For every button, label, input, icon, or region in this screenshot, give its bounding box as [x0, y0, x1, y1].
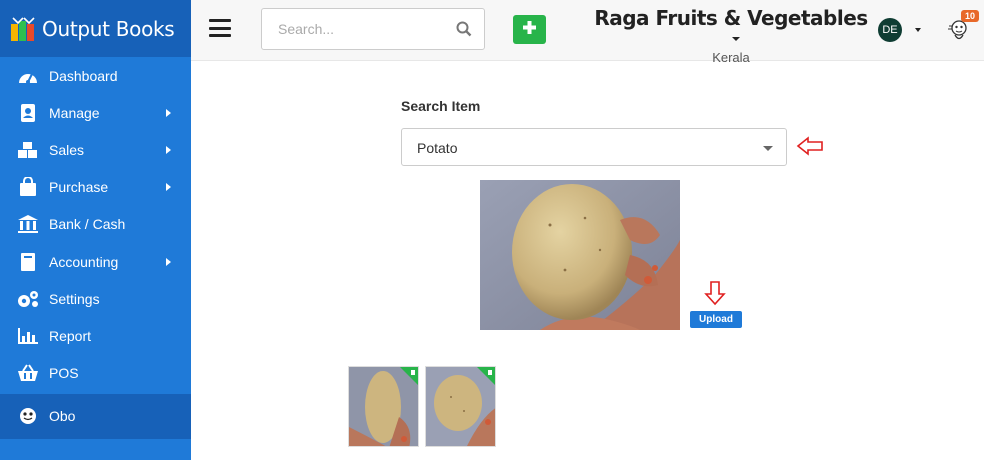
- thumbnail-selected-marker[interactable]: [400, 367, 418, 385]
- sidebar-item-label: Bank / Cash: [49, 216, 126, 233]
- dashboard-icon: [16, 66, 40, 86]
- bank-icon: [16, 214, 40, 234]
- sidebar-item-report[interactable]: Report: [0, 317, 191, 354]
- check-icon: [488, 370, 492, 375]
- sidebar-item-accounting[interactable]: Accounting: [0, 243, 191, 280]
- obo-bot-icon: [16, 406, 40, 426]
- sidebar-item-bank-cash[interactable]: Bank / Cash: [0, 206, 191, 243]
- upload-button[interactable]: Upload: [690, 311, 742, 328]
- sidebar-item-label: Settings: [49, 290, 100, 307]
- sidebar-item-sales[interactable]: Sales: [0, 131, 191, 168]
- sidebar-item-label: Manage: [49, 104, 100, 121]
- item-select[interactable]: Potato: [401, 128, 787, 166]
- thumbnail-image[interactable]: [348, 366, 419, 447]
- thumbnail-image[interactable]: [425, 366, 496, 447]
- basket-icon: [16, 363, 40, 383]
- menu-toggle-icon[interactable]: [209, 19, 231, 37]
- books-logo-icon: [10, 16, 40, 42]
- sales-icon: [16, 140, 40, 160]
- bar-chart-icon: [16, 326, 40, 346]
- search-box: [261, 8, 485, 50]
- top-header: Raga Fruits & Vegetables Kerala DE 10: [191, 0, 984, 65]
- caret-down-icon[interactable]: [915, 28, 921, 32]
- sidebar-item-label: Sales: [49, 141, 85, 158]
- manage-icon: [16, 103, 40, 123]
- sidebar-item-label: POS: [49, 365, 79, 382]
- sidebar-item-label: Purchase: [49, 179, 109, 196]
- search-input[interactable]: [262, 9, 442, 49]
- gears-icon: [16, 289, 40, 309]
- annotation-arrow-down-icon: [704, 280, 726, 306]
- sidebar-item-pos[interactable]: POS: [0, 355, 191, 392]
- chevron-right-icon: [166, 145, 171, 154]
- sidebar-nav: Dashboard Manage Sales Purchase Bank / C…: [0, 57, 191, 439]
- search-icon[interactable]: [456, 21, 472, 37]
- sidebar-item-label: Accounting: [49, 253, 119, 270]
- selected-item: Potato: [417, 140, 458, 156]
- annotation-arrow-left-icon: [796, 136, 824, 156]
- add-button[interactable]: [513, 15, 546, 44]
- company-location: Kerala: [712, 50, 750, 65]
- search-item-label: Search Item: [401, 98, 481, 114]
- sidebar-item-purchase[interactable]: Purchase: [0, 169, 191, 206]
- notification-badge: 10: [961, 10, 980, 22]
- sidebar: Output Books Dashboard Manage Sales Purc…: [0, 0, 191, 460]
- chevron-right-icon: [166, 108, 171, 117]
- sidebar-item-label: Dashboard: [49, 67, 118, 84]
- sidebar-item-dashboard[interactable]: Dashboard: [0, 57, 191, 94]
- sidebar-item-manage[interactable]: Manage: [0, 94, 191, 131]
- sidebar-item-label: Obo: [49, 408, 76, 425]
- brand[interactable]: Output Books: [0, 0, 191, 57]
- sidebar-item-obo[interactable]: Obo: [0, 393, 191, 439]
- company-name: Raga Fruits & Vegetables: [594, 6, 868, 30]
- company-switcher[interactable]: Raga Fruits & Vegetables Kerala: [591, 6, 871, 65]
- caret-down-icon: [732, 36, 740, 41]
- brand-name: Output Books: [42, 16, 175, 41]
- caret-down-icon: [763, 146, 773, 151]
- item-image: [480, 180, 680, 330]
- check-icon: [411, 370, 415, 375]
- plus-icon: [523, 20, 536, 39]
- chevron-right-icon: [166, 257, 171, 266]
- avatar[interactable]: DE: [878, 18, 902, 42]
- sidebar-item-label: Report: [49, 327, 92, 344]
- thumbnail-selected-marker[interactable]: [477, 367, 495, 385]
- sidebar-item-settings[interactable]: Settings: [0, 280, 191, 317]
- chevron-right-icon: [166, 183, 171, 192]
- book-icon: [16, 252, 40, 272]
- shopping-bag-icon: [16, 177, 40, 197]
